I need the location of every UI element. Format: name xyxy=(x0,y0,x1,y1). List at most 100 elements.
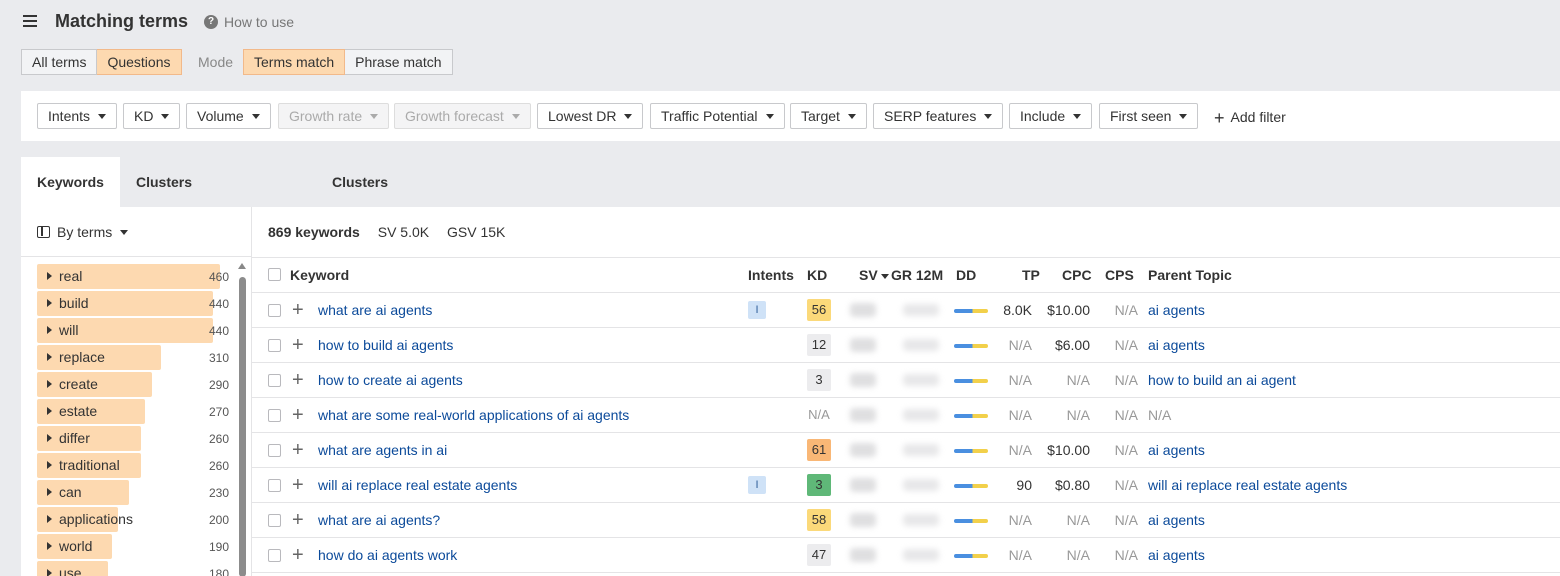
target-filter[interactable]: Target xyxy=(790,103,867,129)
cpc-value: $6.00 xyxy=(1054,337,1090,353)
chevron-right-icon[interactable] xyxy=(47,461,52,469)
col-intents[interactable]: Intents xyxy=(748,267,794,283)
term-item[interactable]: real 460 xyxy=(37,263,237,290)
tab-clusters-by-terms[interactable]: Clusters by terms xyxy=(316,157,404,290)
difficulty-distribution-bar xyxy=(954,344,988,348)
add-to-list-icon[interactable]: + xyxy=(292,369,304,392)
term-item[interactable]: build 440 xyxy=(37,290,237,317)
questions-button[interactable]: Questions xyxy=(97,49,182,75)
chevron-right-icon[interactable] xyxy=(47,515,52,523)
parent-topic-link[interactable]: will ai replace real estate agents xyxy=(1148,477,1347,493)
term-item[interactable]: applications 200 xyxy=(37,506,237,533)
traffic-potential-filter[interactable]: Traffic Potential xyxy=(650,103,785,129)
include-filter[interactable]: Include xyxy=(1009,103,1093,129)
tab-clusters-by-parent-topic[interactable]: Clusters by Parent Topic xyxy=(120,157,208,340)
lowest-dr-filter[interactable]: Lowest DR xyxy=(537,103,644,129)
tab-keywords[interactable]: Keywords xyxy=(21,157,120,207)
term-item[interactable]: will 440 xyxy=(37,317,237,344)
growth-forecast-filter[interactable]: Growth forecast xyxy=(394,103,531,129)
add-to-list-icon[interactable]: + xyxy=(292,299,304,322)
kd-filter[interactable]: KD xyxy=(123,103,181,129)
parent-topic-link[interactable]: ai agents xyxy=(1148,337,1205,353)
chevron-right-icon[interactable] xyxy=(47,434,52,442)
keyword-link[interactable]: how to build ai agents xyxy=(318,337,453,353)
col-gr-12m[interactable]: GR 12M xyxy=(891,267,943,283)
add-to-list-icon[interactable]: + xyxy=(292,474,304,497)
term-item[interactable]: estate 270 xyxy=(37,398,237,425)
add-to-list-icon[interactable]: + xyxy=(292,544,304,567)
by-terms-dropdown[interactable]: By terms xyxy=(37,224,129,240)
row-checkbox[interactable] xyxy=(268,479,281,492)
chevron-right-icon[interactable] xyxy=(47,380,52,388)
chevron-down-icon xyxy=(120,229,129,235)
row-checkbox[interactable] xyxy=(268,444,281,457)
intents-filter[interactable]: Intents xyxy=(37,103,118,129)
term-count: 200 xyxy=(208,513,229,527)
row-checkbox[interactable] xyxy=(268,304,281,317)
chevron-right-icon[interactable] xyxy=(47,542,52,550)
row-checkbox[interactable] xyxy=(268,514,281,527)
add-to-list-icon[interactable]: + xyxy=(292,334,304,357)
col-sv[interactable]: SV xyxy=(859,267,889,283)
select-all-checkbox[interactable] xyxy=(268,268,281,281)
phrase-match-button[interactable]: Phrase match xyxy=(345,49,453,75)
add-to-list-icon[interactable]: + xyxy=(292,509,304,532)
volume-filter[interactable]: Volume xyxy=(186,103,271,129)
parent-topic-link[interactable]: ai agents xyxy=(1148,302,1205,318)
scroll-up-icon[interactable] xyxy=(238,263,246,269)
how-to-use-link[interactable]: ? How to use xyxy=(204,14,294,30)
col-tp[interactable]: TP xyxy=(1022,267,1040,283)
chevron-right-icon[interactable] xyxy=(47,326,52,334)
growth-rate-filter[interactable]: Growth rate xyxy=(278,103,390,129)
parent-topic-link[interactable]: ai agents xyxy=(1148,442,1205,458)
parent-topic-link[interactable]: how to build an ai agent xyxy=(1148,372,1296,388)
term-label: differ xyxy=(59,430,90,446)
term-item[interactable]: create 290 xyxy=(37,371,237,398)
keyword-link[interactable]: will ai replace real estate agents xyxy=(318,477,517,493)
row-checkbox[interactable] xyxy=(268,549,281,562)
terms-match-button[interactable]: Terms match xyxy=(243,49,346,75)
term-item[interactable]: use 180 xyxy=(37,560,237,576)
col-cpc[interactable]: CPC xyxy=(1062,267,1092,283)
serp-features-filter[interactable]: SERP features xyxy=(873,103,1004,129)
scroll-thumb[interactable] xyxy=(239,277,246,576)
kd-badge: 58 xyxy=(807,509,831,531)
chevron-right-icon[interactable] xyxy=(47,488,52,496)
menu-icon[interactable] xyxy=(23,15,37,27)
keyword-link[interactable]: what are agents in ai xyxy=(318,442,447,458)
chevron-right-icon[interactable] xyxy=(47,299,52,307)
keyword-link[interactable]: what are ai agents xyxy=(318,302,432,318)
keyword-link[interactable]: how to create ai agents xyxy=(318,372,463,388)
row-checkbox[interactable] xyxy=(268,409,281,422)
parent-topic-link[interactable]: ai agents xyxy=(1148,512,1205,528)
chevron-right-icon[interactable] xyxy=(47,407,52,415)
first-seen-filter[interactable]: First seen xyxy=(1099,103,1199,129)
add-to-list-icon[interactable]: + xyxy=(292,404,304,427)
kd-badge: 12 xyxy=(807,334,831,356)
term-item[interactable]: world 190 xyxy=(37,533,237,560)
tp-value: N/A xyxy=(1008,512,1032,528)
term-item[interactable]: can 230 xyxy=(37,479,237,506)
term-item[interactable]: traditional 260 xyxy=(37,452,237,479)
term-item[interactable]: replace 310 xyxy=(37,344,237,371)
keyword-link[interactable]: how do ai agents work xyxy=(318,547,457,563)
col-parent-topic[interactable]: Parent Topic xyxy=(1148,267,1232,283)
keyword-link[interactable]: what are ai agents? xyxy=(318,512,440,528)
chevron-right-icon[interactable] xyxy=(47,569,52,576)
row-checkbox[interactable] xyxy=(268,339,281,352)
chevron-right-icon[interactable] xyxy=(47,353,52,361)
all-terms-button[interactable]: All terms xyxy=(21,49,98,75)
col-kd[interactable]: KD xyxy=(807,267,827,283)
col-cps[interactable]: CPS xyxy=(1105,267,1134,283)
terms-scrollbar[interactable] xyxy=(237,263,247,576)
col-keyword[interactable]: Keyword xyxy=(290,267,349,283)
add-filter-button[interactable]: + Add filter xyxy=(1214,108,1286,129)
col-dd[interactable]: DD xyxy=(956,267,976,283)
add-to-list-icon[interactable]: + xyxy=(292,439,304,462)
chevron-right-icon[interactable] xyxy=(47,272,52,280)
keyword-link[interactable]: what are some real-world applications of… xyxy=(318,407,629,423)
parent-topic-link[interactable]: ai agents xyxy=(1148,547,1205,563)
row-checkbox[interactable] xyxy=(268,374,281,387)
table-row: + how to build ai agents 12 N/A $6.00 N/A ai a… xyxy=(252,328,1560,363)
term-item[interactable]: differ 260 xyxy=(37,425,237,452)
